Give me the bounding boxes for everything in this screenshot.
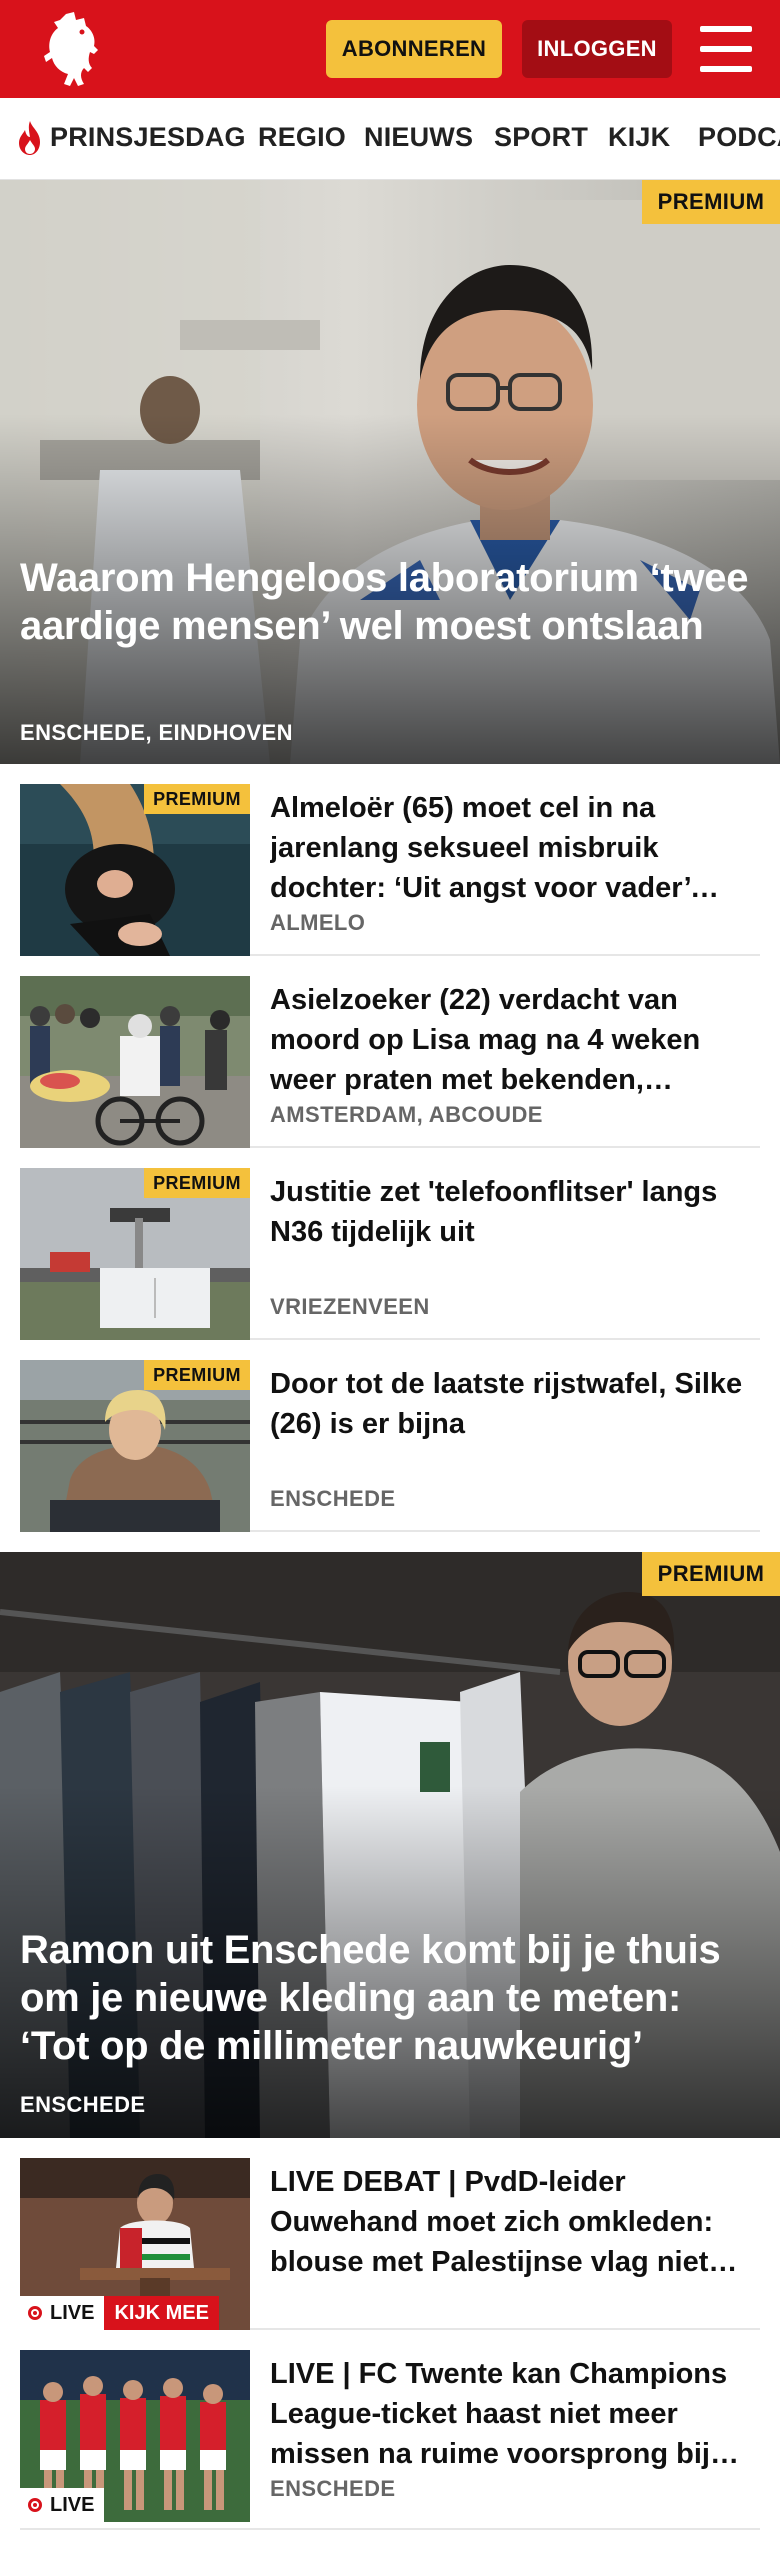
premium-badge: PREMIUM	[144, 784, 250, 814]
premium-badge: PREMIUM	[144, 1360, 250, 1390]
article-title[interactable]: Door tot de laatste rijstwafel, Silke (2…	[270, 1364, 750, 1444]
nav-item-sport[interactable]: SPORT	[494, 122, 588, 153]
live-label: LIVE	[50, 2493, 95, 2516]
article-location: ENSCHEDE	[270, 2476, 396, 2501]
article-location: ENSCHEDE	[270, 1486, 396, 1511]
subscribe-button[interactable]: ABONNEREN	[326, 20, 502, 78]
article-title[interactable]: LIVE | FC Twente kan Champions League-ti…	[270, 2354, 750, 2474]
article-thumbnail: PREMIUM	[20, 1168, 250, 1340]
nav-item-nieuws[interactable]: NIEUWS	[364, 122, 473, 153]
article-title[interactable]: Justitie zet 'telefoonflitser' langs N36…	[270, 1172, 750, 1252]
article-thumbnail: LIVE	[20, 2350, 250, 2522]
live-badge: LIVE	[20, 2488, 105, 2522]
horse-logo-icon[interactable]	[36, 10, 106, 90]
nav-item-podcast[interactable]: PODCA	[698, 122, 780, 153]
live-label: LIVE	[50, 2301, 95, 2324]
live-badge: LIVE KIJK MEE	[20, 2296, 219, 2330]
list-item[interactable]: PREMIUM Door tot de laatste rijstwafel, …	[20, 1340, 760, 1532]
hero-title[interactable]: Waarom Hengeloos laboratorium ‘twee aard…	[20, 554, 760, 650]
watch-live-button[interactable]: KIJK MEE	[104, 2296, 219, 2330]
premium-badge: PREMIUM	[642, 180, 780, 224]
article-thumbnail	[20, 976, 250, 1148]
article-thumbnail: PREMIUM	[20, 1360, 250, 1532]
article-location: VRIEZENVEEN	[270, 1294, 430, 1319]
hero-location: ENSCHEDE, EINDHOVEN	[20, 720, 293, 745]
article-location: ALMELO	[270, 910, 366, 935]
article-title[interactable]: Asielzoeker (22) verdacht van moord op L…	[270, 980, 750, 1100]
nav-item-prinsjesdag[interactable]: PRINSJESDAG	[50, 122, 246, 153]
live-dot-icon	[28, 2498, 42, 2512]
article-title[interactable]: Almeloër (65) moet cel in na jarenlang s…	[270, 788, 750, 908]
nav-item-kijk[interactable]: KIJK	[608, 122, 670, 153]
list-item[interactable]: LIVE KIJK MEE LIVE DEBAT | PvdD-leider O…	[20, 2138, 760, 2330]
hero-article-lab[interactable]: PREMIUM Waarom Hengeloos laboratorium ‘t…	[0, 180, 780, 764]
hero-location: ENSCHEDE	[20, 2092, 146, 2117]
section-nav: PRINSJESDAG REGIO NIEUWS SPORT KIJK PODC…	[0, 98, 780, 180]
article-title[interactable]: LIVE DEBAT | PvdD-leider Ouwehand moet z…	[270, 2162, 750, 2282]
premium-badge: PREMIUM	[642, 1552, 780, 1596]
article-thumbnail: LIVE KIJK MEE	[20, 2158, 250, 2330]
top-header: ABONNEREN INLOGGEN	[0, 0, 780, 98]
live-dot-icon	[28, 2306, 42, 2320]
hero-article-tailor[interactable]: PREMIUM Ramon uit Enschede komt bij je t…	[0, 1552, 780, 2138]
hamburger-menu-icon[interactable]	[700, 26, 752, 72]
premium-badge: PREMIUM	[144, 1168, 250, 1198]
flame-icon	[19, 121, 40, 155]
list-item[interactable]: LIVE LIVE | FC Twente kan Champions Leag…	[20, 2330, 760, 2530]
article-thumbnail: PREMIUM	[20, 784, 250, 956]
hero-title[interactable]: Ramon uit Enschede komt bij je thuis om …	[20, 1926, 760, 2070]
article-location: AMSTERDAM, ABCOUDE	[270, 1102, 543, 1127]
list-item[interactable]: Asielzoeker (22) verdacht van moord op L…	[20, 956, 760, 1148]
login-button[interactable]: INLOGGEN	[522, 20, 672, 78]
list-item[interactable]: PREMIUM Almeloër (65) moet cel in na jar…	[20, 764, 760, 956]
nav-item-regio[interactable]: REGIO	[258, 122, 346, 153]
list-item[interactable]: PREMIUM Justitie zet 'telefoonflitser' l…	[20, 1148, 760, 1340]
